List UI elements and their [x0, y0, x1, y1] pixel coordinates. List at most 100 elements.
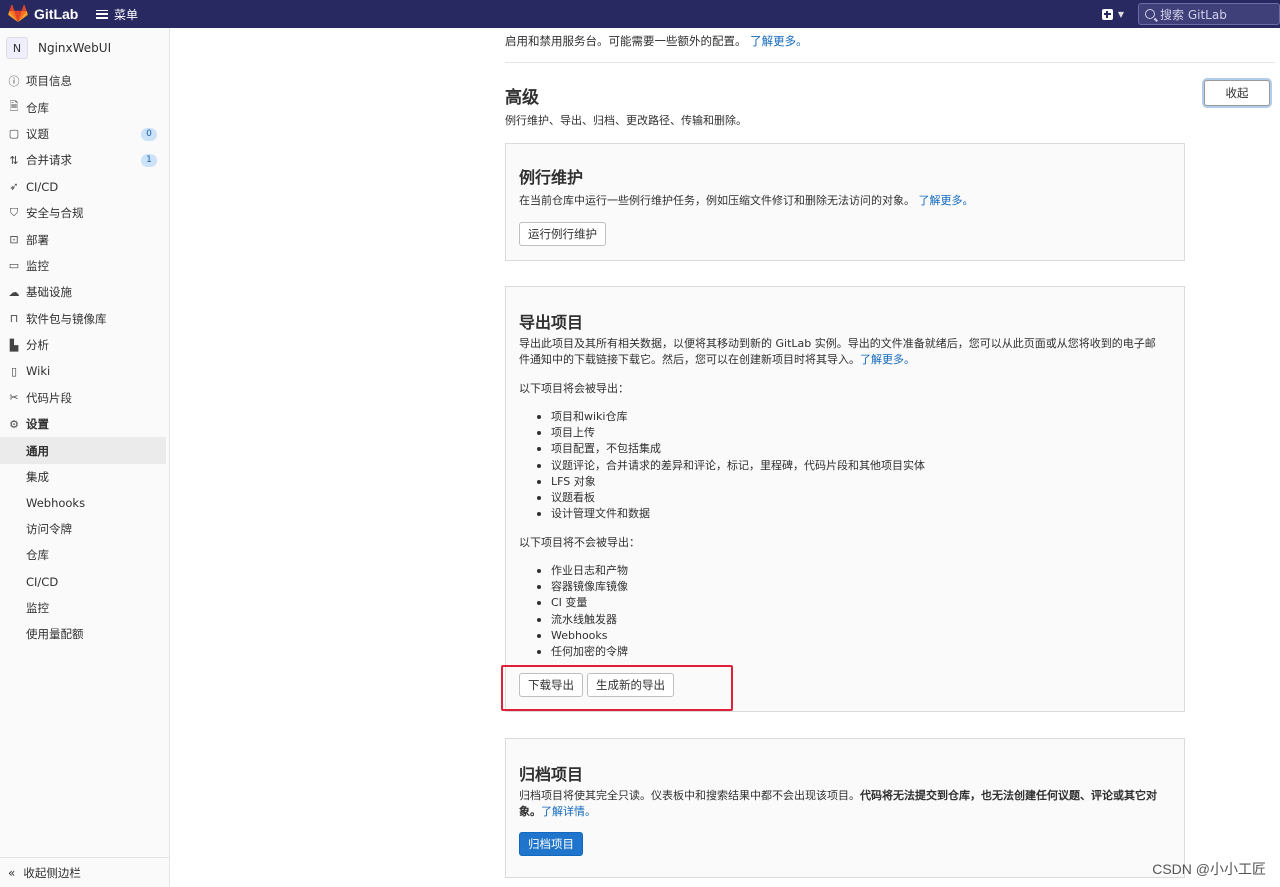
sidebar-item-label: 设置	[26, 417, 49, 432]
housekeeping-desc: 在当前仓库中运行一些例行维护任务，例如压缩文件修订和删除无法访问的对象。 了解更…	[519, 193, 974, 209]
archive-project-button[interactable]: 归档项目	[519, 832, 583, 856]
main-content: 启用和禁用服务台。可能需要一些额外的配置。 了解更多。 高级 例行维护、导出、归…	[170, 28, 1280, 887]
sidebar-item-label: 部署	[26, 232, 49, 247]
sidebar-subitem-access-tokens[interactable]: 访问令牌	[0, 516, 169, 542]
list-item: 议题评论，合并请求的差异和评论，标记，里程碑，代码片段和其他项目实体	[537, 458, 925, 474]
project-name: NginxWebUI	[38, 41, 112, 55]
sidebar-project-header[interactable]: N NginxWebUI	[0, 28, 169, 68]
sidebar-item-label: 代码片段	[26, 390, 72, 405]
hamburger-icon	[96, 9, 108, 19]
sidebar-item-settings[interactable]: ⚙ 设置	[0, 411, 169, 437]
sidebar-item-issues[interactable]: ▢ 议题 0	[0, 121, 169, 147]
collapse-sidebar-label: 收起侧边栏	[23, 865, 81, 880]
chevron-down-icon: ▼	[1117, 9, 1124, 19]
list-item: 流水线触发器	[537, 612, 628, 628]
scissors-icon: ✂	[9, 391, 19, 405]
sidebar-item-label: 合并请求	[26, 153, 72, 168]
package-icon: ⊓	[9, 312, 19, 326]
run-housekeeping-button[interactable]: 运行例行维护	[519, 222, 606, 246]
sidebar-item-wiki[interactable]: ▯ Wiki	[0, 358, 169, 384]
sidebar-item-deploy[interactable]: ⊡ 部署	[0, 226, 169, 252]
archive-desc-line1: 归档项目将使其完全只读。仪表板中和搜索结果中都不会出现该项目。代码将无法提交到仓…	[519, 788, 1179, 804]
list-item: 项目配置，不包括集成	[537, 441, 925, 457]
list-item: 容器镜像库镜像	[537, 579, 628, 595]
section-divider	[505, 62, 1275, 63]
sidebar-subitem-usage-quotas[interactable]: 使用量配额	[0, 621, 169, 647]
list-item: Webhooks	[537, 628, 628, 644]
sidebar-item-monitor[interactable]: ▭ 监控	[0, 253, 169, 279]
not-exported-items-list: 作业日志和产物 容器镜像库镜像 CI 变量 流水线触发器 Webhooks 任何加密的令牌	[537, 563, 628, 660]
export-learn-more-link[interactable]: 了解更多。	[860, 353, 915, 366]
sidebar-item-merge-requests[interactable]: ⇅ 合并请求 1	[0, 147, 169, 173]
highlight-box	[501, 665, 733, 711]
chart-icon: ▙	[9, 338, 19, 352]
archive-project-card: 归档项目 归档项目将使其完全只读。仪表板中和搜索结果中都不会出现该项目。代码将无…	[505, 738, 1185, 878]
sidebar-item-label: 仓库	[26, 100, 49, 115]
merge-icon: ⇅	[9, 153, 19, 167]
project-avatar: N	[6, 37, 28, 59]
list-item: 项目上传	[537, 425, 925, 441]
deploy-icon: ⊡	[9, 233, 19, 247]
not-exported-heading: 以下项目将不会被导出：	[519, 536, 640, 549]
double-chevron-left-icon: «	[8, 865, 16, 880]
menu-button[interactable]: 菜单	[96, 6, 138, 23]
sidebar-subitem-cicd[interactable]: CI/CD	[0, 568, 169, 594]
archive-desc-plain: 归档项目将使其完全只读。仪表板中和搜索结果中都不会出现该项目。	[519, 789, 860, 802]
top-navbar: GitLab 菜单 ▼ 搜索 GitLab	[0, 0, 1280, 28]
monitor-icon: ▭	[8, 259, 20, 273]
cloud-icon: ☁	[8, 285, 20, 299]
doc-icon: 🗎	[9, 100, 19, 114]
list-item: 任何加密的令牌	[537, 644, 628, 660]
list-item: 议题看板	[537, 490, 925, 506]
sidebar-item-cicd[interactable]: ➶ CI/CD	[0, 174, 169, 200]
list-item: LFS 对象	[537, 474, 925, 490]
export-title: 导出项目	[519, 313, 584, 332]
sidebar-item-label: 基础设施	[26, 285, 72, 300]
gitlab-logo-link[interactable]: GitLab	[0, 5, 92, 23]
sidebar-item-repository[interactable]: 🗎 仓库	[0, 94, 169, 120]
app-name: GitLab	[34, 6, 79, 22]
sidebar-item-label: 项目信息	[26, 74, 72, 89]
new-dropdown-button[interactable]: ▼	[1101, 8, 1124, 20]
list-item: CI 变量	[537, 595, 628, 611]
sidebar-item-analytics[interactable]: ▙ 分析	[0, 332, 169, 358]
collapse-sidebar-button[interactable]: « 收起侧边栏	[0, 857, 170, 887]
housekeeping-title: 例行维护	[519, 168, 584, 187]
rocket-icon: ➶	[9, 180, 19, 194]
collapse-button[interactable]: 收起	[1204, 80, 1270, 106]
sidebar: N NginxWebUI ⓘ 项目信息 🗎 仓库 ▢ 议题 0 ⇅ 合并请求 1 ➶ CI/C…	[0, 28, 170, 887]
export-desc-line1: 导出此项目及其所有相关数据，以便将其移动到新的 GitLab 实例。导出的文件准…	[519, 337, 1156, 350]
sidebar-item-label: CI/CD	[26, 179, 59, 194]
sidebar-item-label: 分析	[26, 338, 49, 353]
list-item: 设计管理文件和数据	[537, 506, 925, 522]
archive-desc: 归档项目将使其完全只读。仪表板中和搜索结果中都不会出现该项目。代码将无法提交到仓…	[519, 788, 1179, 820]
merge-requests-count-badge: 1	[141, 154, 157, 168]
sidebar-item-infrastructure[interactable]: ☁ 基础设施	[0, 279, 169, 305]
info-icon: ⓘ	[8, 75, 20, 89]
sidebar-item-label: Wiki	[26, 364, 51, 379]
issues-count-badge: 0	[141, 127, 157, 141]
export-desc-line2: 件通知中的下载链接下载它。然后，您可以在创建新项目时将其导入。	[519, 353, 860, 366]
sidebar-item-project-info[interactable]: ⓘ 项目信息	[0, 68, 169, 94]
exported-heading: 以下项目将会被导出：	[519, 382, 629, 395]
sidebar-subitem-general[interactable]: 通用	[0, 437, 166, 464]
housekeeping-learn-more-link[interactable]: 了解更多。	[919, 194, 974, 207]
advanced-section-title: 高级	[505, 88, 539, 108]
book-icon: ▯	[10, 364, 18, 378]
archive-learn-more-link[interactable]: 了解详情。	[541, 805, 596, 818]
archive-title: 归档项目	[519, 765, 584, 784]
sidebar-item-snippets[interactable]: ✂ 代码片段	[0, 385, 169, 411]
search-input[interactable]: 搜索 GitLab	[1138, 3, 1280, 25]
sidebar-item-label: 监控	[26, 258, 49, 273]
sidebar-subitem-repository[interactable]: 仓库	[0, 542, 169, 568]
export-project-card: 导出项目 导出此项目及其所有相关数据，以便将其移动到新的 GitLab 实例。导…	[505, 286, 1185, 712]
menu-label: 菜单	[114, 7, 139, 22]
sidebar-subitem-webhooks[interactable]: Webhooks	[0, 490, 169, 516]
sidebar-item-packages[interactable]: ⊓ 软件包与镜像库	[0, 306, 169, 332]
sidebar-item-security[interactable]: ⛉ 安全与合规	[0, 200, 169, 226]
sidebar-subitem-integrations[interactable]: 集成	[0, 464, 169, 490]
advanced-section-desc: 例行维护、导出、归档、更改路径、传输和删除。	[505, 114, 747, 127]
list-item: 作业日志和产物	[537, 563, 628, 579]
sidebar-subitem-monitor[interactable]: 监控	[0, 595, 169, 621]
service-desk-learn-more-link[interactable]: 了解更多。	[750, 34, 808, 48]
